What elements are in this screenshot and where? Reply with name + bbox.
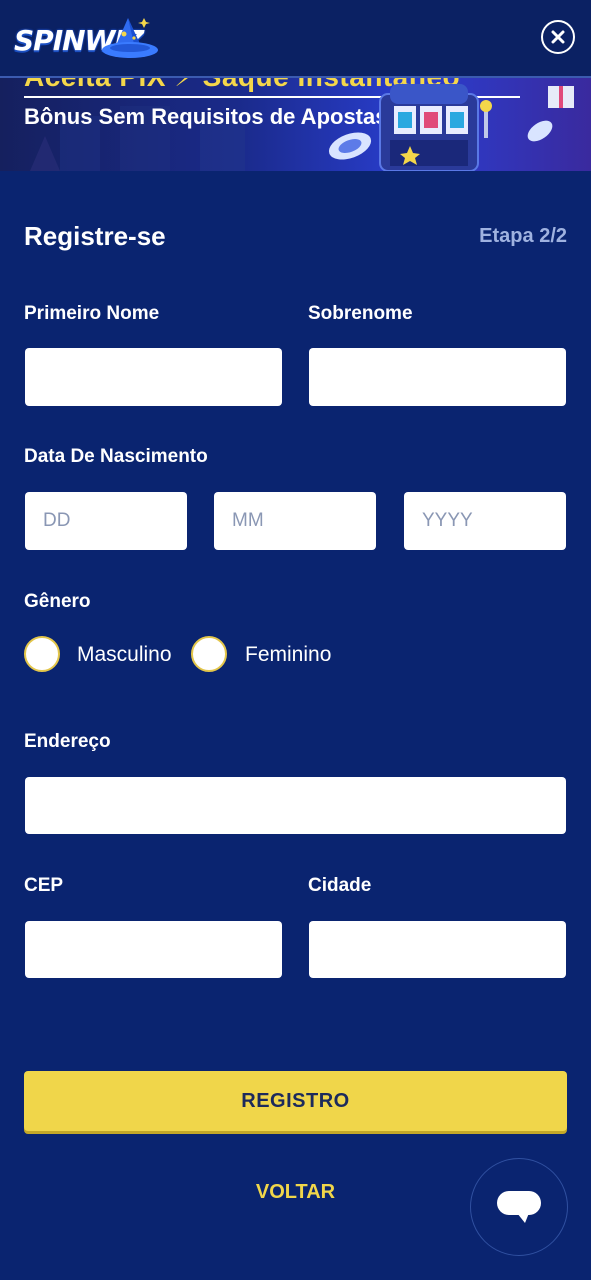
gender-label: Gênero: [24, 591, 91, 612]
chat-bubble-icon: [497, 1191, 541, 1223]
close-button[interactable]: [541, 20, 575, 54]
birth-date-label: Data De Nascimento: [24, 446, 208, 467]
close-icon: [551, 30, 565, 44]
back-button[interactable]: VOLTAR: [200, 1178, 391, 1206]
gender-option-feminino[interactable]: Feminino: [245, 643, 331, 667]
last-name-input[interactable]: [309, 348, 566, 406]
birth-month-input[interactable]: [214, 492, 376, 550]
last-name-label: Sobrenome: [308, 303, 413, 324]
gender-radio-feminino[interactable]: [191, 636, 227, 672]
wizard-hat-icon: [102, 18, 158, 58]
birth-year-input[interactable]: [404, 492, 566, 550]
zip-label: CEP: [24, 875, 64, 896]
birth-day-input[interactable]: [25, 492, 187, 550]
address-label: Endereço: [24, 731, 111, 752]
gender-option-masculino[interactable]: Masculino: [77, 643, 172, 667]
slot-machine-art: [328, 84, 574, 171]
first-name-label: Primeiro Nome: [24, 303, 160, 324]
gender-radio-masculino[interactable]: [24, 636, 60, 672]
city-label: Cidade: [308, 875, 372, 896]
spinwiz-logo[interactable]: SPINWIZ: [14, 14, 164, 62]
chat-button[interactable]: [470, 1158, 568, 1256]
top-header: SPINWIZ: [0, 0, 591, 78]
form-title: Registre-se: [24, 221, 166, 251]
address-input[interactable]: [25, 777, 566, 834]
register-button[interactable]: REGISTRO: [24, 1071, 567, 1131]
city-input[interactable]: [309, 921, 566, 978]
first-name-input[interactable]: [25, 348, 282, 406]
step-indicator: Etapa 2/2: [479, 225, 567, 247]
promo-banner[interactable]: Aceita PIX ⚡ Saque Instantâneo Bônus Sem…: [0, 76, 591, 171]
zip-input[interactable]: [25, 921, 282, 978]
